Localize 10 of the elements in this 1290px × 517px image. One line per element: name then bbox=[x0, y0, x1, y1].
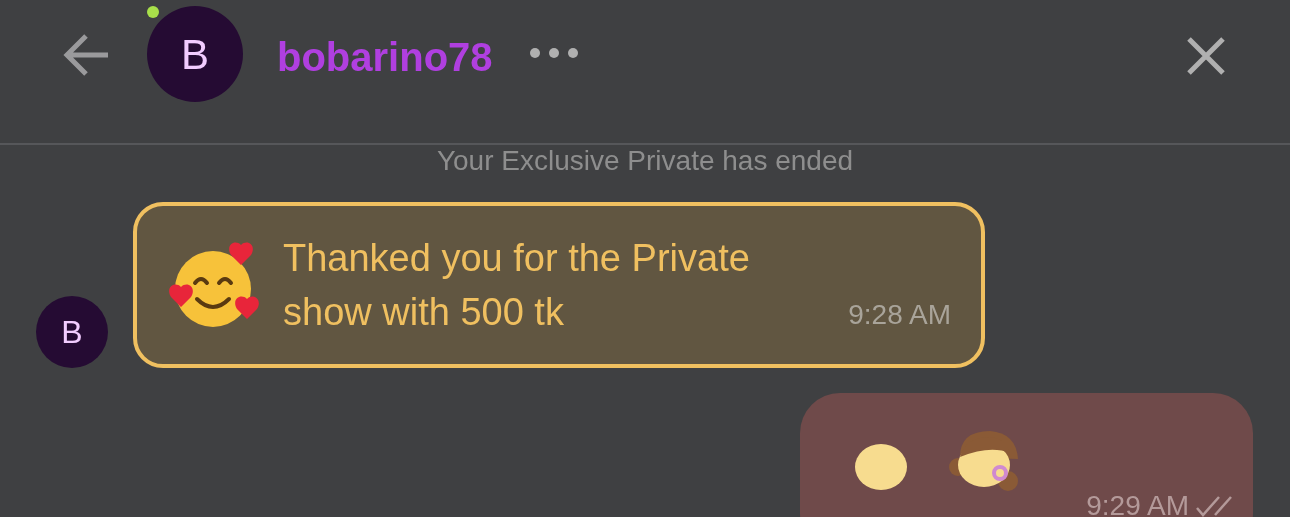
message-time: 9:28 AM bbox=[848, 298, 951, 332]
more-options-icon[interactable] bbox=[528, 46, 579, 60]
message-time: 9:29 AM bbox=[1086, 489, 1189, 517]
avatar: B bbox=[147, 6, 243, 102]
system-message: Your Exclusive Private has ended bbox=[436, 147, 854, 175]
message-text: Thanked you for the Private show with 500 tk bbox=[283, 236, 751, 335]
username[interactable]: bobarino78 bbox=[277, 27, 493, 87]
close-icon[interactable] bbox=[1186, 36, 1226, 76]
face-emoji-icon bbox=[854, 443, 908, 491]
avatar: B bbox=[36, 296, 108, 368]
